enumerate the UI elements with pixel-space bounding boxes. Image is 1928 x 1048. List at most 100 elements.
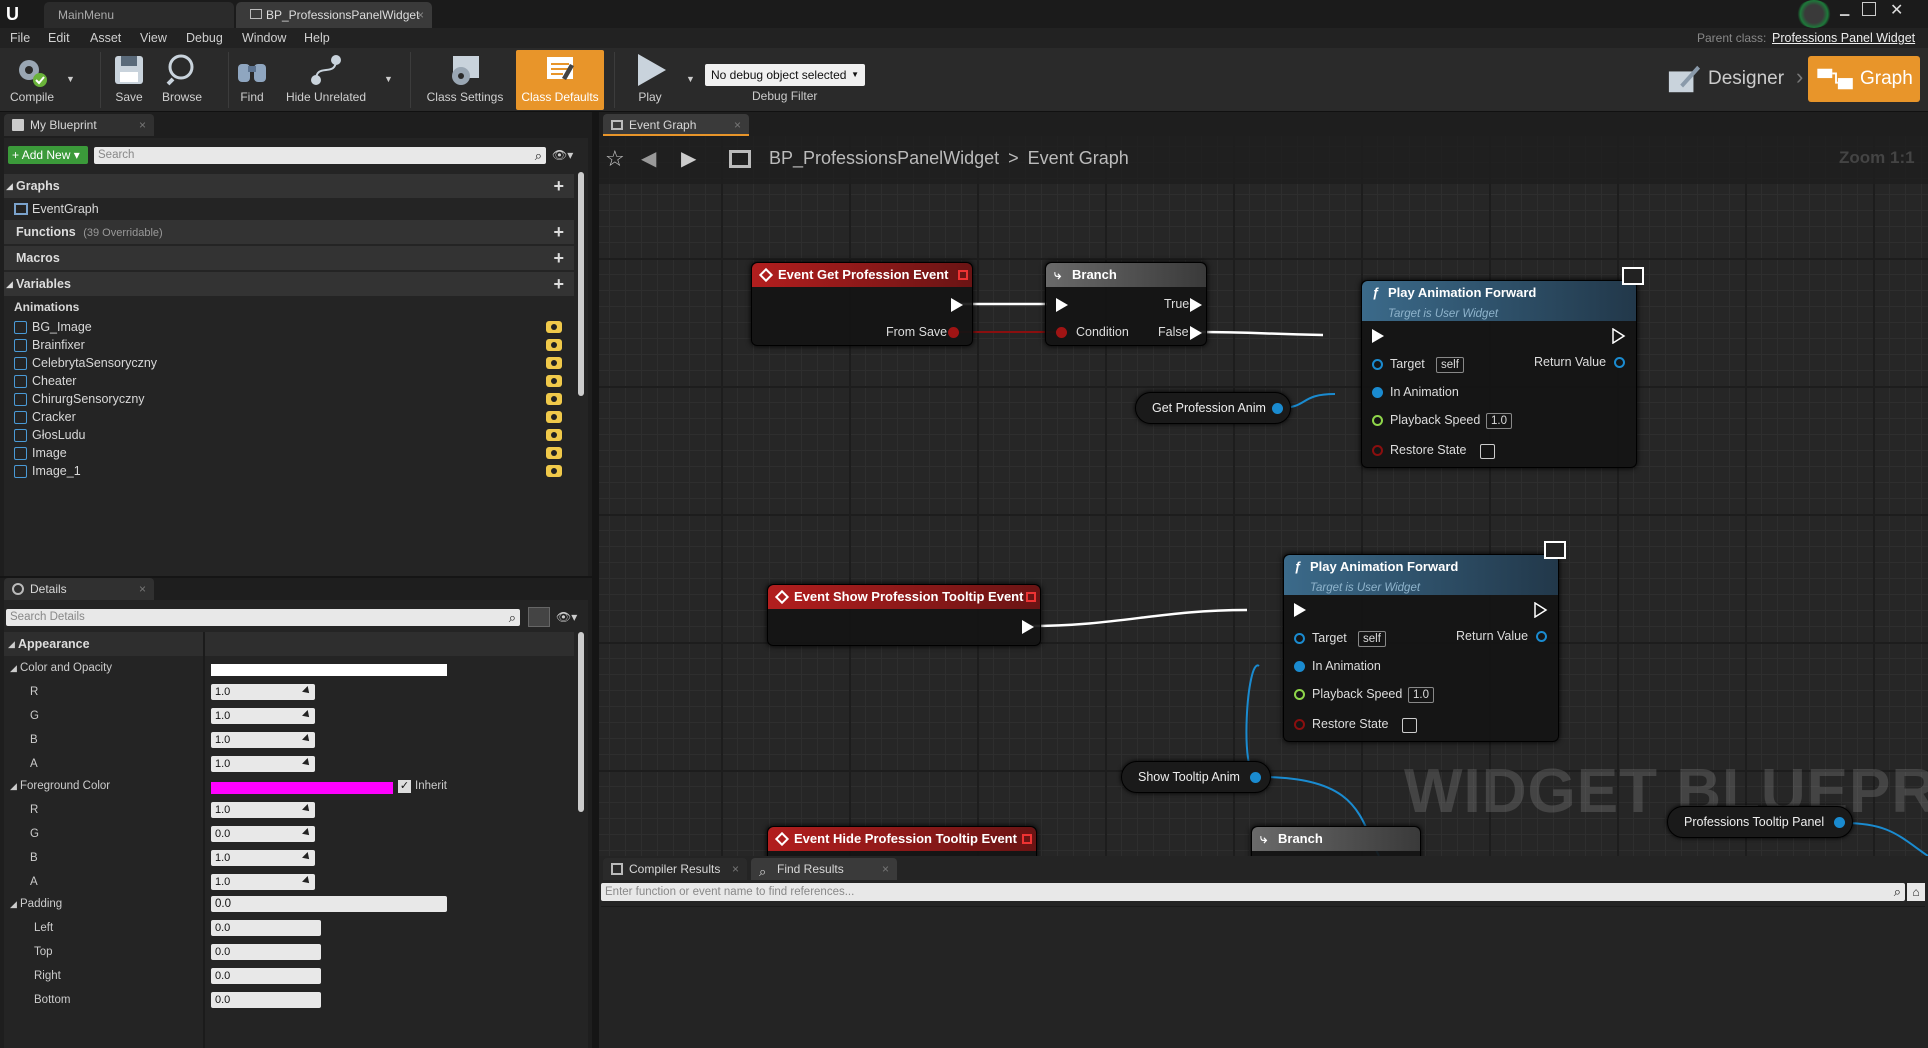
property-spinbox[interactable]: 1.0 [211,850,315,866]
property-spinbox[interactable]: 1.0 [211,732,315,748]
variable-item[interactable]: Image [4,444,574,462]
get-profession-anim-node[interactable]: Get Profession Anim [1135,392,1291,424]
delegate-pin-icon[interactable] [1026,592,1036,602]
maximize-icon[interactable] [1862,2,1876,16]
hide-unrelated-button[interactable]: Hide Unrelated [284,50,368,110]
restore-state-pin[interactable] [1294,719,1305,730]
variable-item[interactable]: Brainfixer [4,336,574,354]
variable-item[interactable]: CelebrytaSensoryczny [4,354,574,372]
visibility-eye-icon[interactable] [546,411,562,423]
delegate-pin-icon[interactable] [958,270,968,280]
exec-out-pin-outline[interactable] [1612,328,1626,344]
debug-object-select[interactable]: No debug object selected ▼ [705,64,865,86]
tab-details[interactable]: Details × [4,578,154,600]
property-spinbox[interactable]: 1.0 [211,802,315,818]
visibility-eye-icon[interactable] [546,321,562,333]
play-options-arrow-icon[interactable]: ▼ [686,74,695,84]
tab-compiler-results[interactable]: Compiler Results × [603,858,747,880]
appearance-category[interactable]: ◢ Appearance [4,632,574,656]
color-opacity-swatch[interactable] [211,664,447,676]
output-pin[interactable] [1250,772,1261,783]
event-show-tooltip-node[interactable]: Event Show Profession Tooltip Event [767,584,1041,646]
event-hide-tooltip-node[interactable]: Event Hide Profession Tooltip Event [767,826,1037,856]
macros-section[interactable]: Macros + [4,246,574,270]
close-tab-icon[interactable]: × [732,858,739,880]
return-value-pin[interactable] [1536,631,1547,642]
designer-button[interactable]: Designer [1666,60,1790,98]
variable-item[interactable]: BG_Image [4,318,574,336]
visibility-eye-icon[interactable] [546,375,562,387]
menu-debug[interactable]: View [140,28,167,48]
exec-in-pin[interactable] [1372,329,1384,343]
playback-speed-pin[interactable] [1372,415,1383,426]
target-pin[interactable] [1372,359,1383,370]
restore-state-checkbox[interactable] [1402,718,1417,733]
variable-item[interactable]: Cracker [4,408,574,426]
close-tab-icon[interactable]: × [734,114,741,136]
close-tab-icon[interactable]: × [139,114,146,136]
details-search-input[interactable]: Search Details ⌕ [6,609,520,626]
delegate-pin-icon[interactable] [1022,834,1032,844]
functions-section[interactable]: Functions (39 Overridable) + [4,220,574,244]
close-tab-icon[interactable]: × [417,2,424,28]
visibility-eye-icon[interactable] [546,393,562,405]
output-pin[interactable] [1834,817,1845,828]
parent-class-link[interactable]: Professions Panel Widget [1772,28,1915,48]
find-button[interactable]: Find [232,50,272,110]
restore-state-pin[interactable] [1372,445,1383,456]
menu-debug2[interactable]: Debug [186,28,223,48]
property-spinbox[interactable]: 1.0 [211,874,315,890]
event-graph-canvas[interactable]: ☆ ◀ ▶ BP_ProfessionsPanelWidget > Event … [599,136,1928,856]
inherit-checkbox[interactable]: ✓ [398,780,411,793]
exec-out-pin-outline[interactable] [1534,602,1548,618]
menu-help[interactable]: Help [304,28,330,48]
variable-item[interactable]: ChirurgSensoryczny [4,390,574,408]
hide-unrelated-options-arrow-icon[interactable]: ▼ [384,74,393,84]
padding-input[interactable]: 0.0 [211,896,447,912]
return-value-pin[interactable] [1614,357,1625,368]
add-macro-button[interactable]: + [553,246,564,270]
play-button[interactable]: Play [624,50,676,110]
class-settings-button[interactable]: Class Settings [420,50,510,110]
add-graph-button[interactable]: + [553,174,564,198]
class-defaults-button[interactable]: Class Defaults [516,50,604,110]
tab-find-results[interactable]: ⌕ Find Results × [751,858,897,880]
condition-pin[interactable] [1056,327,1067,338]
add-variable-button[interactable]: + [553,272,564,296]
graphs-section[interactable]: ◢ Graphs + [4,174,574,198]
target-pin[interactable] [1294,633,1305,644]
exec-in-pin[interactable] [1056,298,1068,312]
menu-file[interactable]: File [10,28,30,48]
tab-mainmenu[interactable]: MainMenu [44,2,234,28]
graph-mode-button[interactable]: Graph [1808,56,1920,102]
play-animation-forward-node-1[interactable]: ƒ Play Animation Forward Target is User … [1361,267,1644,468]
menu-edit[interactable]: Edit [48,28,70,48]
variable-item[interactable]: Cheater [4,372,574,390]
menu-asset[interactable]: Asset [90,28,121,48]
property-spinbox[interactable]: 1.0 [211,708,315,724]
tab-event-graph[interactable]: Event Graph × [603,114,749,136]
property-matrix-icon[interactable] [528,607,550,627]
close-tab-icon[interactable]: × [139,578,146,600]
restore-state-checkbox[interactable] [1480,444,1495,459]
blueprint-search-input[interactable]: Search ⌕ [94,147,546,164]
play-animation-forward-node-2[interactable]: ƒ Play Animation Forward Target is User … [1283,541,1566,742]
target-self-box[interactable]: self [1436,357,1464,373]
save-button[interactable]: Save [106,50,152,110]
foreground-color-swatch[interactable] [211,782,393,794]
visibility-eye-icon[interactable] [546,339,562,351]
property-spinbox[interactable]: 0.0 [211,826,315,842]
close-window-icon[interactable]: ✕ [1890,0,1910,19]
compile-options-arrow-icon[interactable]: ▼ [66,74,75,84]
visibility-eye-icon[interactable] [546,429,562,441]
playback-speed-input[interactable]: 1.0 [1408,687,1434,703]
details-scrollbar[interactable] [578,632,584,812]
output-pin[interactable] [1272,403,1283,414]
add-new-button[interactable]: + Add New ▾ [8,146,88,164]
view-options-eye-icon[interactable]: 👁▾ [556,610,586,624]
branch-node-2[interactable]: ⤷ Branch [1251,826,1421,856]
event-graph-item[interactable]: EventGraph [4,198,574,220]
compile-button[interactable]: Compile [4,50,60,110]
close-tab-icon[interactable]: × [882,858,889,880]
false-exec-pin[interactable] [1190,326,1202,340]
